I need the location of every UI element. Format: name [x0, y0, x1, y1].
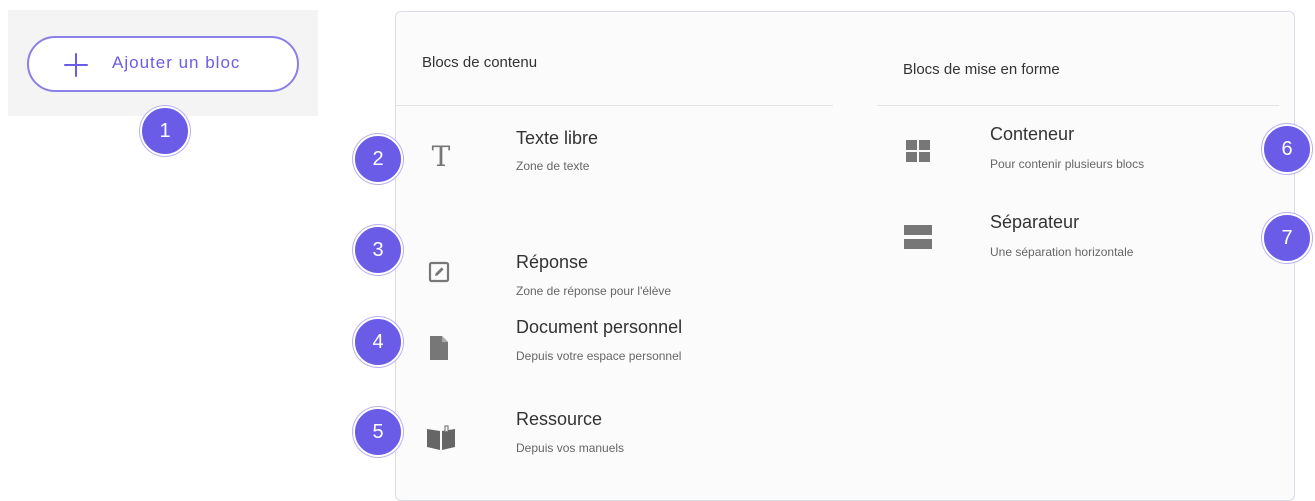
- annotation-badge-1: 1: [140, 106, 190, 156]
- block-item-texte-libre[interactable]: T Texte libre Zone de texte: [396, 126, 833, 186]
- annotation-badge-3: 3: [353, 225, 403, 275]
- layout-divider: [877, 105, 1279, 106]
- annotation-badge-4: 4: [353, 317, 403, 367]
- plus-icon: [62, 51, 90, 79]
- content-blocks-title: Blocs de contenu: [422, 54, 538, 71]
- item-title: Texte libre: [516, 128, 599, 148]
- block-item-reponse[interactable]: Réponse Zone de réponse pour l'élève: [396, 252, 833, 312]
- item-desc: Une séparation horizontale: [990, 245, 1134, 259]
- item-desc: Zone de réponse pour l'élève: [516, 284, 672, 298]
- item-title: Réponse: [516, 252, 589, 272]
- annotation-badge-6: 6: [1262, 124, 1312, 174]
- document-icon: [424, 333, 454, 363]
- text-icon: T: [431, 140, 451, 173]
- item-desc: Depuis votre espace personnel: [516, 349, 682, 363]
- annotation-badge-2: 2: [353, 134, 403, 184]
- item-desc: Zone de texte: [516, 159, 590, 173]
- item-title: Séparateur: [990, 212, 1080, 232]
- edit-icon: [424, 257, 454, 287]
- annotation-badge-7: 7: [1262, 213, 1312, 263]
- annotation-badge-5: 5: [353, 407, 403, 457]
- block-item-separateur[interactable]: Séparateur Une séparation horizontale: [877, 212, 1279, 272]
- item-desc: Pour contenir plusieurs blocs: [990, 157, 1145, 171]
- block-item-document-personnel[interactable]: Document personnel Depuis votre espace p…: [396, 317, 833, 377]
- book-icon: [426, 423, 456, 453]
- item-title: Document personnel: [516, 317, 683, 337]
- item-title: Ressource: [516, 409, 603, 429]
- grid-icon: [903, 136, 933, 166]
- block-item-conteneur[interactable]: Conteneur Pour contenir plusieurs blocs: [877, 124, 1279, 184]
- separator-icon: [903, 222, 933, 252]
- add-block-button[interactable]: Ajouter un bloc: [27, 36, 299, 92]
- item-title: Conteneur: [990, 124, 1075, 144]
- item-desc: Depuis vos manuels: [516, 441, 625, 455]
- add-block-label: Ajouter un bloc: [112, 53, 241, 72]
- content-divider: [396, 105, 833, 106]
- block-item-ressource[interactable]: Ressource Depuis vos manuels: [396, 409, 833, 469]
- block-menu: Blocs de contenu Blocs de mise en forme …: [395, 11, 1295, 501]
- layout-blocks-title: Blocs de mise en forme: [903, 61, 1060, 78]
